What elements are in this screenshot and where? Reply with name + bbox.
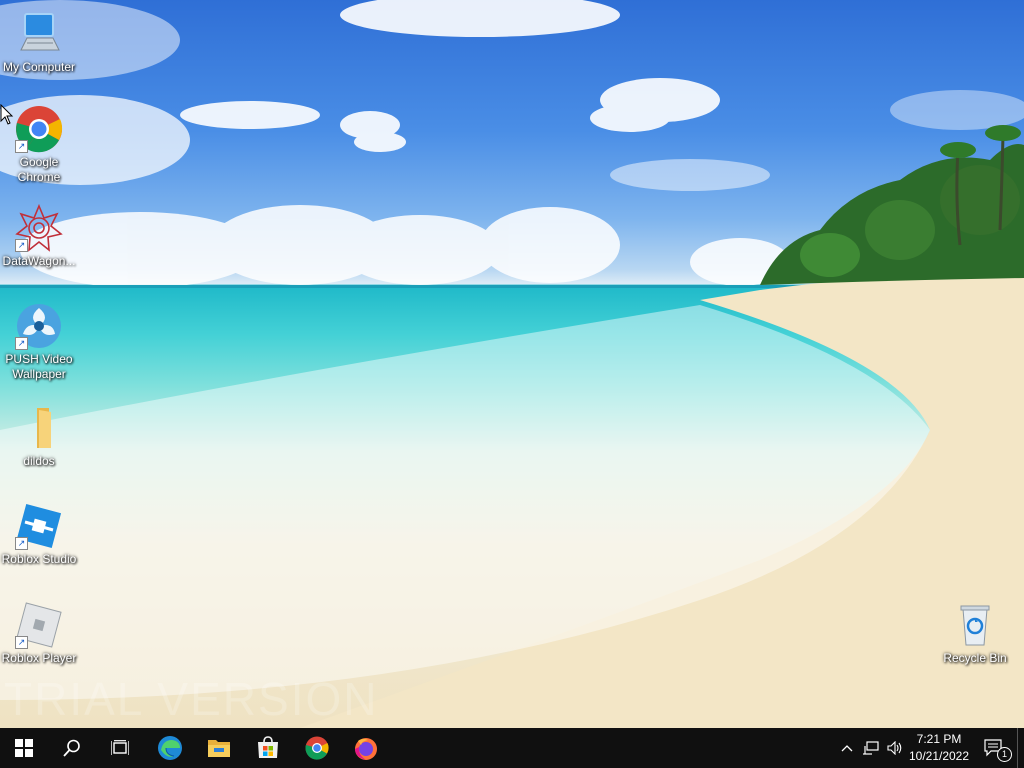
desktop-icon-label: dildos bbox=[23, 454, 55, 468]
speaker-icon bbox=[887, 741, 902, 755]
desktop-icon-label: DataWagon... bbox=[2, 254, 76, 268]
beach-scene bbox=[0, 0, 1024, 728]
network-icon bbox=[863, 741, 879, 755]
chrome-taskbar-button[interactable] bbox=[293, 728, 341, 768]
action-center-button[interactable]: 1 bbox=[980, 728, 1012, 768]
network-button[interactable] bbox=[860, 728, 882, 768]
shortcut-arrow-icon: ↗ bbox=[15, 636, 28, 649]
mouse-cursor-icon bbox=[0, 104, 14, 125]
start-icon bbox=[15, 739, 33, 757]
datawagon-icon: ↗ bbox=[15, 203, 63, 252]
clock-time: 7:21 PM bbox=[916, 732, 962, 746]
search-icon bbox=[63, 739, 80, 757]
file-explorer-icon bbox=[208, 740, 230, 757]
firefox-taskbar-button[interactable] bbox=[342, 728, 390, 768]
microsoft-store-taskbar-button[interactable] bbox=[244, 728, 292, 768]
task-view-button[interactable] bbox=[96, 728, 144, 768]
firefox-icon bbox=[355, 738, 377, 760]
clock[interactable]: 7:21 PM 10/21/2022 bbox=[904, 728, 974, 768]
show-desktop-button[interactable] bbox=[1017, 728, 1024, 768]
chrome-icon bbox=[305, 736, 329, 760]
computer-icon bbox=[15, 10, 63, 58]
desktop-icon-roblox-studio[interactable]: ↗ Roblox Studio bbox=[1, 502, 77, 567]
edge-icon bbox=[158, 736, 182, 760]
desktop-icon-label: PUSH Video Wallpaper bbox=[5, 352, 73, 381]
desktop-icon-recycle-bin[interactable]: Recycle Bin bbox=[937, 601, 1013, 666]
recycle-bin-icon bbox=[951, 601, 999, 649]
edge-taskbar-button[interactable] bbox=[146, 728, 194, 768]
search-button[interactable] bbox=[48, 728, 96, 768]
start-button[interactable] bbox=[0, 728, 48, 768]
chevron-up-icon bbox=[841, 745, 853, 752]
microsoft-store-icon bbox=[258, 736, 278, 758]
clock-date: 10/21/2022 bbox=[908, 749, 970, 763]
shortcut-arrow-icon: ↗ bbox=[15, 239, 28, 252]
desktop-icon-folder[interactable]: dildos bbox=[1, 404, 77, 469]
desktop-icon-label: My Computer bbox=[2, 60, 76, 74]
chrome-icon: ↗ bbox=[15, 105, 63, 153]
shortcut-arrow-icon: ↗ bbox=[15, 537, 28, 550]
desktop-wallpaper: TRIAL VERSION bbox=[0, 0, 1024, 728]
desktop-icon-datawagon[interactable]: ↗ DataWagon... bbox=[1, 203, 77, 269]
desktop-icon-roblox-player[interactable]: ↗ Roblox Player bbox=[1, 601, 77, 666]
roblox-studio-icon: ↗ bbox=[15, 502, 63, 550]
roblox-player-icon: ↗ bbox=[15, 601, 63, 649]
desktop-icon-my-computer[interactable]: My Computer bbox=[1, 10, 77, 75]
shortcut-arrow-icon: ↗ bbox=[15, 140, 28, 153]
desktop-icon-label: Roblox Player bbox=[1, 651, 77, 665]
desktop-icon-label: Google Chrome bbox=[17, 155, 61, 184]
desktop-icon-label: Roblox Studio bbox=[1, 552, 77, 566]
notification-count-badge: 1 bbox=[997, 747, 1012, 762]
show-hidden-icons-button[interactable] bbox=[838, 728, 856, 768]
folder-icon bbox=[15, 404, 63, 452]
task-view-icon bbox=[111, 740, 129, 755]
trial-version-watermark: TRIAL VERSION bbox=[4, 673, 379, 725]
volume-button[interactable] bbox=[884, 728, 906, 768]
file-explorer-taskbar-button[interactable] bbox=[195, 728, 243, 768]
taskbar: 7:21 PM 10/21/2022 1 bbox=[0, 728, 1024, 768]
desktop-icon-push-video-wallpaper[interactable]: ↗ PUSH Video Wallpaper bbox=[1, 302, 77, 382]
shortcut-arrow-icon: ↗ bbox=[15, 337, 28, 350]
desktop-icon-label: Recycle Bin bbox=[943, 651, 1007, 665]
push-video-wallpaper-icon: ↗ bbox=[15, 302, 63, 350]
